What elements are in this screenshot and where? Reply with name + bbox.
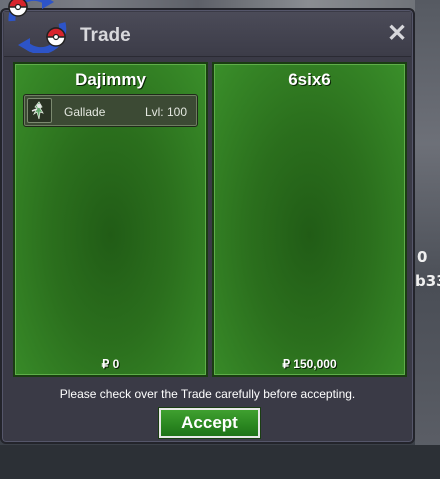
- window-title: Trade: [80, 25, 131, 46]
- game-scene-bottom: [0, 445, 440, 479]
- partner-name: 6six6: [288, 70, 331, 89]
- trade-notice: Please check over the Trade carefully be…: [59, 387, 356, 401]
- trade-window: Trade ✕ Dajimmy Gallade Lvl: 100 ₽ 0 6si…: [0, 8, 415, 444]
- scene-text-2: b33: [415, 272, 440, 290]
- player-name: Dajimmy: [75, 70, 146, 89]
- gallade-sprite-icon: [27, 98, 52, 123]
- pokemon-name: Gallade: [64, 105, 106, 119]
- pokeball-icon-bottom: [46, 27, 66, 47]
- accept-button[interactable]: Accept: [159, 408, 260, 438]
- pokeball-icon-top: [8, 0, 28, 17]
- partner-offer-panel: 6six6 ₽ 150,000: [212, 62, 407, 377]
- player-offer-panel: Dajimmy Gallade Lvl: 100 ₽ 0: [13, 62, 208, 377]
- partner-money-offer: ₽ 150,000: [282, 357, 337, 371]
- player-money-offer: ₽ 0: [101, 357, 120, 371]
- scene-text-1: 0: [417, 248, 428, 266]
- close-button[interactable]: ✕: [387, 22, 407, 46]
- offered-pokemon-slot[interactable]: Gallade Lvl: 100: [23, 94, 198, 127]
- trade-logo-icon: [8, 0, 67, 53]
- pokemon-level: Lvl: 100: [144, 105, 187, 119]
- game-scene-right: 0 b33: [415, 0, 440, 479]
